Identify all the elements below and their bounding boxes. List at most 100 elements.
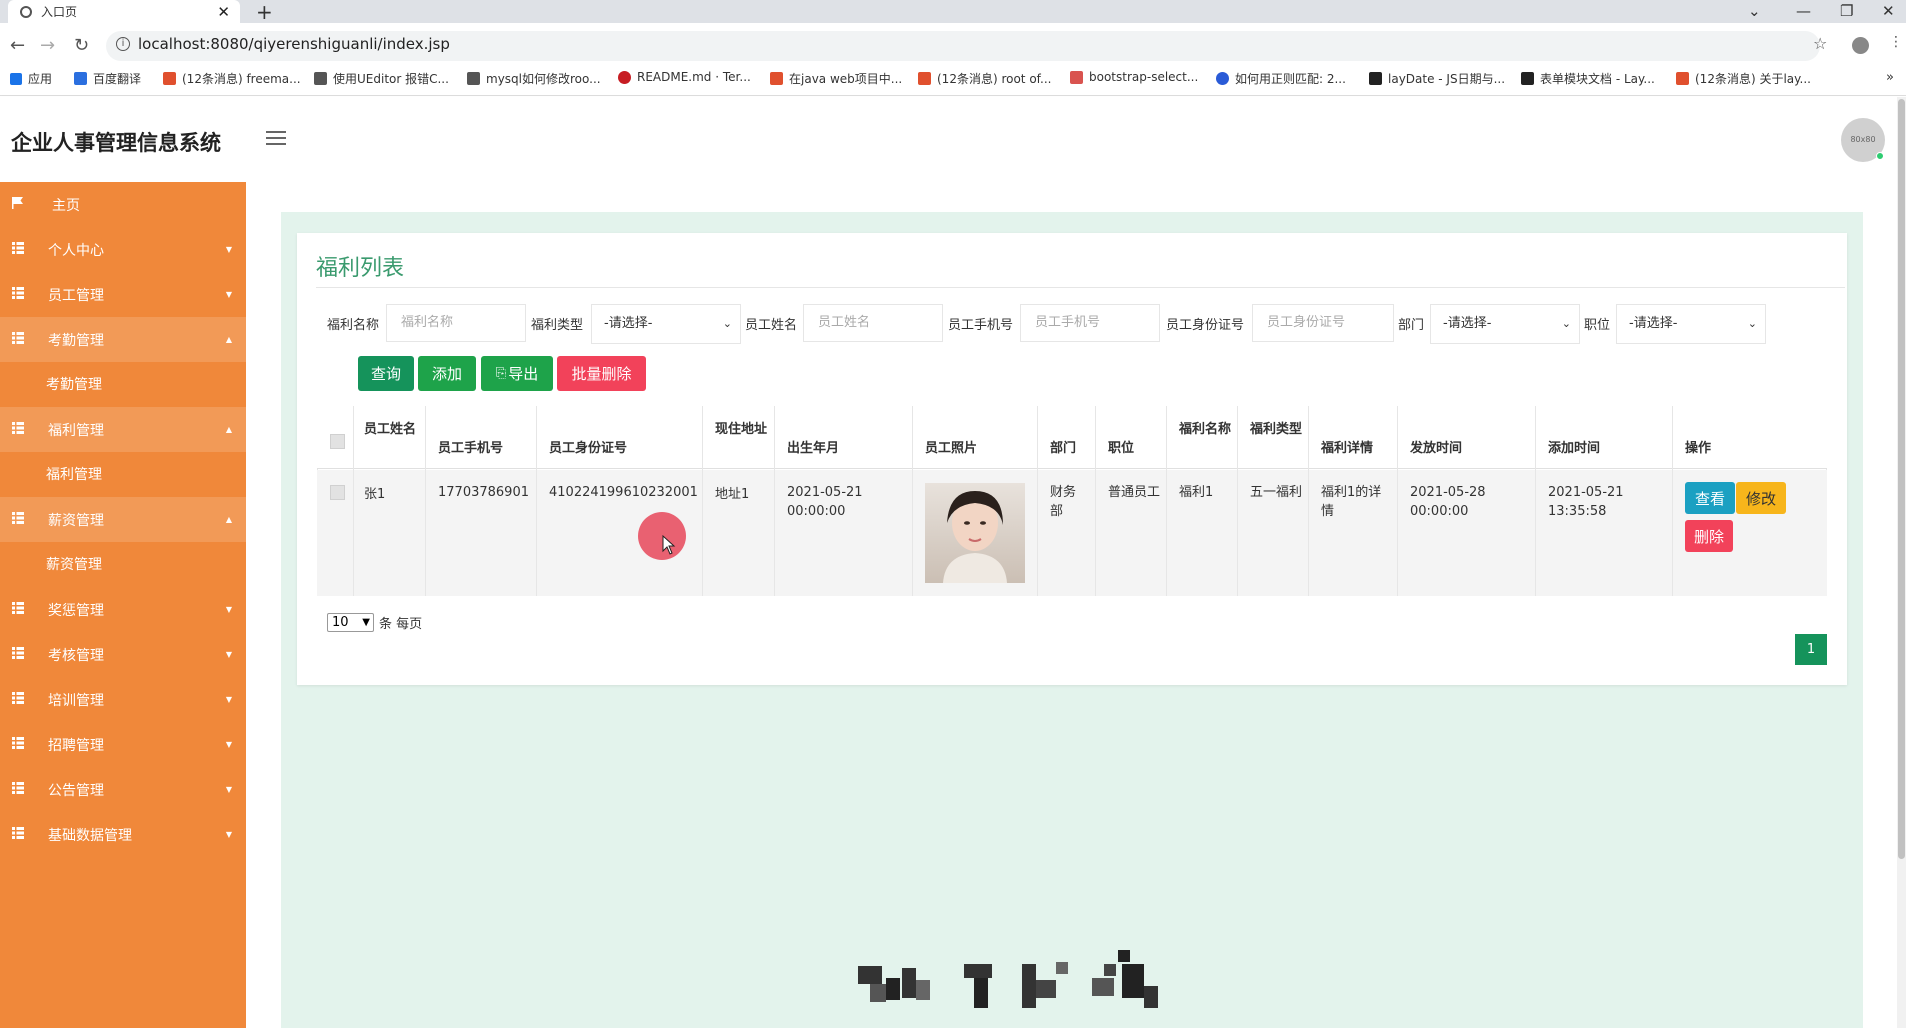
cell-birth: 2021-05-21 00:00:00 — [787, 485, 863, 519]
bookmark-item[interactable]: 如何用正则匹配: 2... — [1216, 70, 1346, 87]
more-bookmarks-icon[interactable]: » — [1886, 70, 1894, 85]
row-checkbox[interactable] — [330, 485, 345, 500]
bookmark-item[interactable]: (12条消息) root of... — [918, 70, 1051, 87]
sidebar-subitem-welfare[interactable]: 福利管理 — [0, 452, 246, 496]
query-button[interactable]: 查询 — [358, 356, 414, 391]
bookmark-item[interactable]: 在java web项目中... — [770, 70, 902, 87]
col-divider — [1397, 406, 1398, 596]
chevron-down-icon: ▼ — [225, 740, 232, 749]
bookmark-item[interactable]: layDate - JS日期与... — [1369, 70, 1505, 87]
view-button[interactable]: 查看 — [1685, 482, 1735, 514]
bookmark-item[interactable]: 表单模块文档 - Lay... — [1521, 70, 1655, 87]
export-button[interactable]: ⎘ 导出 — [481, 356, 553, 391]
portrait-image — [943, 491, 1007, 583]
grid-icon — [12, 242, 24, 254]
bookmark-item[interactable]: 使用UEditor 报错C... — [314, 70, 449, 87]
add-button[interactable]: 添加 — [418, 356, 476, 391]
reload-button[interactable]: ↻ — [74, 35, 89, 56]
page-scrollbar[interactable] — [1897, 97, 1906, 1028]
th-add-time: 添加时间 — [1548, 441, 1601, 456]
delete-button[interactable]: 删除 — [1685, 520, 1733, 552]
per-page-label: 条 每页 — [379, 617, 423, 632]
gitee-icon — [618, 70, 631, 84]
th-emp-phone: 员工手机号 — [438, 441, 504, 456]
url-text[interactable]: localhost:8080/qiyerenshiguanli/index.js… — [138, 35, 450, 53]
bookmark-apps[interactable]: 应用 — [10, 70, 52, 87]
table-header — [317, 406, 1827, 469]
cell-emp-id: 410224199610232001 — [549, 485, 698, 500]
sidebar-item-basic-data[interactable]: 基础数据管理 ▼ — [0, 812, 246, 857]
flag-icon — [12, 197, 23, 209]
sidebar-item-employees[interactable]: 员工管理 ▼ — [0, 272, 246, 317]
browser-tab-strip — [0, 0, 1906, 23]
sidebar-item-salary[interactable]: 薪资管理 ▲ — [0, 497, 246, 542]
bookmark-item[interactable]: 百度翻译 — [74, 70, 141, 87]
employee-photo — [925, 483, 1025, 583]
grid-icon — [12, 332, 24, 344]
close-tab-icon[interactable]: ✕ — [217, 3, 230, 21]
mouse-pointer-icon — [662, 535, 676, 555]
emp-phone-input[interactable]: 员工手机号 — [1020, 304, 1160, 342]
sidebar-item-assessment[interactable]: 考核管理 ▼ — [0, 632, 246, 677]
emp-name-input[interactable]: 员工姓名 — [803, 304, 943, 342]
select-all-checkbox[interactable] — [330, 434, 345, 449]
forward-button[interactable]: → — [40, 35, 55, 56]
th-address: 现住地址 — [715, 422, 768, 437]
welfare-name-input[interactable]: 福利名称 — [386, 304, 526, 342]
profile-dropdown-icon[interactable]: ⌄ — [1748, 2, 1761, 20]
back-button[interactable]: ← — [10, 35, 25, 56]
bookmark-item[interactable]: (12条消息) 关于lay... — [1676, 70, 1811, 87]
csdn-icon — [770, 72, 783, 85]
bookmark-item[interactable]: README.md · Ter... — [618, 70, 751, 84]
close-window-button[interactable]: ✕ — [1882, 2, 1895, 20]
sidebar-item-home[interactable]: 主页 — [0, 182, 246, 227]
sidebar-subitem-attendance[interactable]: 考勤管理 — [0, 362, 246, 406]
sidebar-item-welfare[interactable]: 福利管理 ▲ — [0, 407, 246, 452]
batch-delete-button[interactable]: 批量删除 — [557, 356, 646, 391]
th-position: 职位 — [1108, 441, 1135, 456]
grid-icon — [12, 737, 24, 749]
apps-grid-icon — [10, 72, 22, 85]
edit-button[interactable]: 修改 — [1736, 482, 1786, 514]
profile-icon[interactable] — [1852, 37, 1869, 54]
cell-emp-name: 张1 — [364, 487, 386, 502]
emp-name-label: 员工姓名 — [745, 318, 798, 333]
cell-welfare-detail: 福利1的详情 — [1321, 485, 1382, 519]
menu-icon[interactable]: ⋮ — [1889, 34, 1903, 50]
sidebar-item-training[interactable]: 培训管理 ▼ — [0, 677, 246, 722]
th-dept: 部门 — [1050, 441, 1077, 456]
star-icon[interactable]: ☆ — [1813, 34, 1827, 53]
page-size-select[interactable]: 10 ▼ — [327, 613, 374, 632]
scrollbar-thumb[interactable] — [1898, 99, 1905, 859]
cell-welfare-type: 五一福利 — [1250, 485, 1303, 500]
col-divider — [536, 406, 537, 596]
minimize-button[interactable]: — — [1796, 2, 1811, 20]
welfare-type-select[interactable]: -请选择- ⌄ — [591, 304, 741, 344]
sidebar-item-attendance[interactable]: 考勤管理 ▲ — [0, 317, 246, 362]
sidebar-item-recruitment[interactable]: 招聘管理 ▼ — [0, 722, 246, 767]
bookmark-item[interactable]: mysql如何修改roo... — [467, 70, 601, 87]
dept-select[interactable]: -请选择- ⌄ — [1430, 304, 1580, 344]
site-icon — [467, 72, 480, 85]
info-icon[interactable]: i — [116, 37, 130, 51]
hamburger-icon[interactable] — [266, 131, 286, 147]
title-divider — [316, 287, 1845, 288]
new-tab-button[interactable]: + — [256, 0, 273, 24]
bookmark-item[interactable]: (12条消息) freema... — [163, 70, 301, 87]
emp-id-input[interactable]: 员工身份证号 — [1252, 304, 1394, 342]
sidebar-item-announcements[interactable]: 公告管理 ▼ — [0, 767, 246, 812]
sidebar-subitem-salary[interactable]: 薪资管理 — [0, 542, 246, 586]
welfare-name-label: 福利名称 — [327, 318, 380, 333]
chevron-up-icon: ▲ — [225, 335, 232, 344]
export-icon: ⎘ — [495, 366, 507, 381]
sidebar-item-rewards[interactable]: 奖惩管理 ▼ — [0, 587, 246, 632]
cell-issue-time: 2021-05-28 00:00:00 — [1410, 485, 1486, 519]
browser-tab[interactable]: 入口页 ✕ — [8, 0, 240, 23]
restore-button[interactable]: ❐ — [1840, 2, 1853, 20]
position-select[interactable]: -请选择- ⌄ — [1616, 304, 1766, 344]
sidebar-item-personal-center[interactable]: 个人中心 ▼ — [0, 227, 246, 272]
th-actions: 操作 — [1685, 441, 1712, 456]
page-1-button[interactable]: 1 — [1795, 634, 1827, 665]
col-divider — [1037, 406, 1038, 596]
bookmark-item[interactable]: bootstrap-select... — [1070, 70, 1198, 84]
